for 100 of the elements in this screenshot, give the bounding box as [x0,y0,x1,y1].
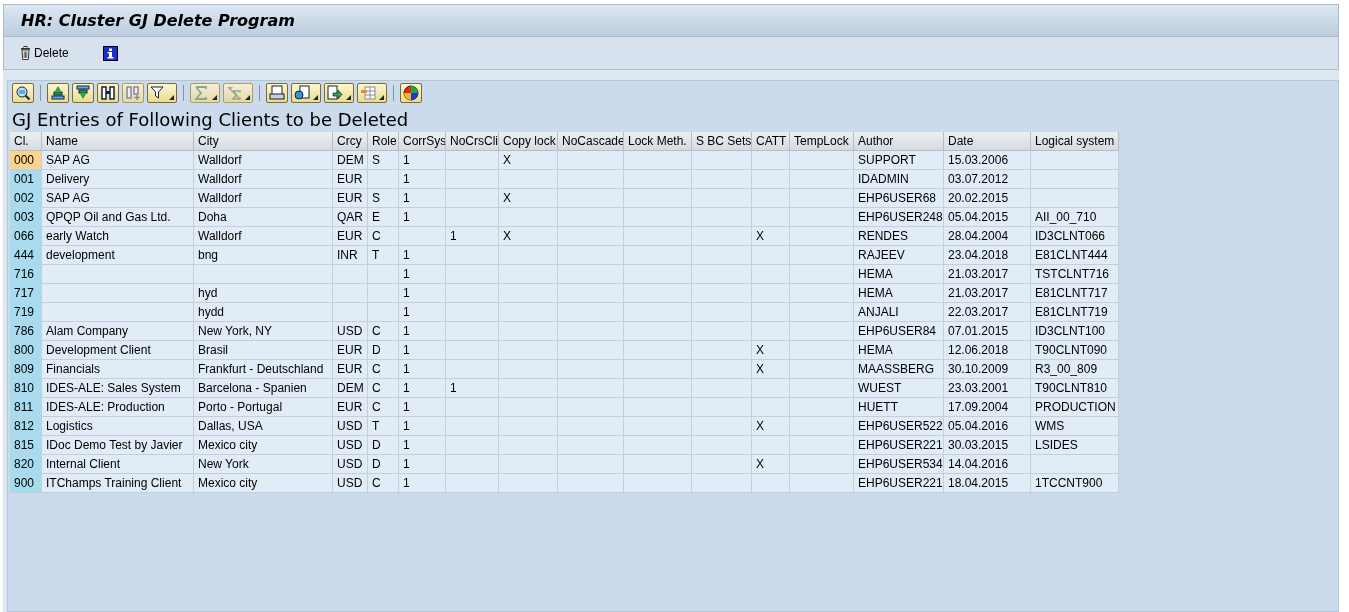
table-cell [790,322,854,341]
toolbar-button[interactable] [12,83,34,103]
table-cell: ID3CLNT066 [1031,227,1119,246]
key-cell[interactable]: 003 [10,208,42,227]
table-cell: Mexico city [194,436,333,455]
info-button[interactable] [100,43,120,63]
column-header[interactable]: Role [368,132,399,151]
table-cell: 1 [399,208,446,227]
key-cell[interactable]: 786 [10,322,42,341]
table-cell: 1 [446,227,499,246]
table-cell: 1 [399,436,446,455]
table-cell [368,265,399,284]
table-cell [499,474,558,493]
key-cell[interactable]: 717 [10,284,42,303]
dropdown-arrow-icon [346,95,351,100]
table-cell: WMS [1031,417,1119,436]
table-cell: C [368,379,399,398]
table-cell [692,208,752,227]
table-cell [624,436,692,455]
table-cell: early Watch [42,227,194,246]
key-cell[interactable]: 001 [10,170,42,189]
column-header[interactable]: City [194,132,333,151]
table-cell [692,322,752,341]
column-header[interactable]: CATT [752,132,790,151]
key-cell[interactable]: 820 [10,455,42,474]
column-header[interactable]: Copy lock [499,132,558,151]
table-cell: E81CLNT444 [1031,246,1119,265]
table-cell: development [42,246,194,265]
table-cell [499,246,558,265]
column-header[interactable]: CorrSys [399,132,446,151]
table-cell: AII_00_710 [1031,208,1119,227]
table-cell: 18.04.2015 [944,474,1031,493]
table-cell: Delivery [42,170,194,189]
table-cell [499,170,558,189]
table-cell: C [368,474,399,493]
toolbar-button[interactable] [324,83,354,103]
table-cell [446,151,499,170]
table-cell [752,265,790,284]
key-cell[interactable]: 810 [10,379,42,398]
table-cell: T [368,417,399,436]
table-cell: 03.07.2012 [944,170,1031,189]
table-cell [446,170,499,189]
printer-icon [269,85,285,101]
key-cell[interactable]: 812 [10,417,42,436]
table-cell [499,208,558,227]
column-header[interactable]: S BC Sets [692,132,752,151]
delete-button[interactable]: Delete [18,44,71,62]
table-cell: Internal Client [42,455,194,474]
key-cell[interactable]: 444 [10,246,42,265]
key-cell[interactable]: 900 [10,474,42,493]
toolbar-button[interactable] [266,83,288,103]
column-header[interactable]: Author [854,132,944,151]
column-header[interactable]: Lock Meth. [624,132,692,151]
table-cell [692,398,752,417]
table-cell [790,341,854,360]
table-cell: Frankfurt - Deutschland [194,360,333,379]
binoculars-icon [100,85,116,101]
key-cell[interactable]: 066 [10,227,42,246]
table-cell: Barcelona - Spanien [194,379,333,398]
table-cell: X [752,360,790,379]
key-cell[interactable]: 002 [10,189,42,208]
table-cell [333,265,368,284]
toolbar-button[interactable] [147,83,177,103]
table-cell [446,398,499,417]
toolbar-button[interactable] [47,83,69,103]
column-header[interactable]: NoCrsCli [446,132,499,151]
toolbar-button[interactable] [400,83,422,103]
column-header[interactable]: Name [42,132,194,151]
table-cell [624,417,692,436]
table-cell [790,303,854,322]
column-header[interactable]: Date [944,132,1031,151]
table-cell [499,417,558,436]
key-cell[interactable]: 719 [10,303,42,322]
table-cell [558,398,624,417]
table-cell: 23.03.2001 [944,379,1031,398]
column-header[interactable]: TempLock [790,132,854,151]
key-cell[interactable]: 811 [10,398,42,417]
table-cell: TSTCLNT716 [1031,265,1119,284]
key-cell[interactable]: 716 [10,265,42,284]
table-cell: X [499,189,558,208]
table-cell: 23.04.2018 [944,246,1031,265]
table-cell [692,265,752,284]
table-cell [692,341,752,360]
table-cell [752,284,790,303]
table-cell [446,360,499,379]
key-cell[interactable]: 809 [10,360,42,379]
document-view-icon [294,85,310,101]
toolbar-button[interactable] [291,83,321,103]
toolbar-button[interactable] [97,83,119,103]
table-cell [624,246,692,265]
table-cell [752,189,790,208]
key-cell[interactable]: 000 [10,151,42,170]
table-cell [446,322,499,341]
key-cell[interactable]: 800 [10,341,42,360]
column-header[interactable]: Cl. [10,132,42,151]
table-cell [558,436,624,455]
key-cell[interactable]: 815 [10,436,42,455]
column-header[interactable]: Crcy [333,132,368,151]
toolbar-button[interactable] [72,83,94,103]
column-header[interactable]: Logical system [1031,132,1119,151]
